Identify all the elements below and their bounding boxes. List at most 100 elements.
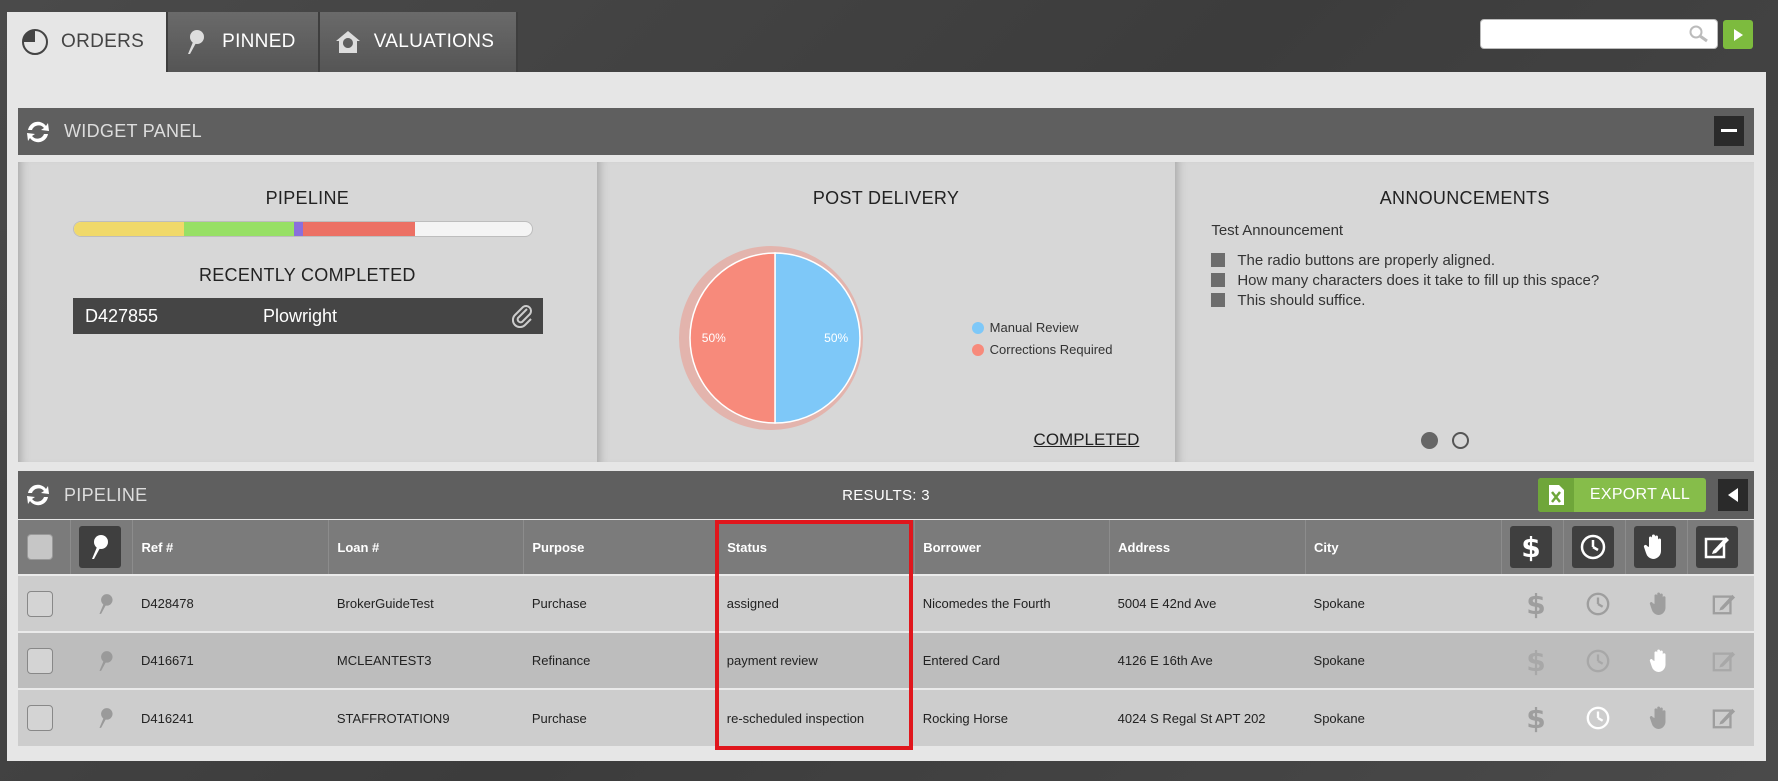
schedule-column-button[interactable] bbox=[1571, 526, 1614, 568]
tab-pinned[interactable]: PINNED bbox=[168, 12, 320, 72]
search-go-button[interactable] bbox=[1723, 20, 1753, 49]
carousel-dots bbox=[1421, 432, 1470, 449]
payment-column-button[interactable]: $ bbox=[1509, 526, 1552, 568]
hand-icon[interactable] bbox=[1633, 591, 1687, 617]
carousel-dot-2[interactable] bbox=[1452, 432, 1470, 449]
table-header-row: Ref # Loan # Purpose Status Borrower Add… bbox=[18, 520, 1755, 575]
cell-city: Spokane bbox=[1313, 710, 1365, 726]
col-ref[interactable]: Ref # bbox=[132, 520, 330, 575]
select-all-checkbox[interactable] bbox=[27, 534, 53, 560]
collapse-left-button[interactable] bbox=[1718, 479, 1748, 511]
tab-pinned-label: PINNED bbox=[222, 31, 296, 52]
pin-icon[interactable] bbox=[79, 707, 133, 729]
announcement-list: The radio buttons are properly aligned. … bbox=[1211, 250, 1599, 310]
tab-orders-label: ORDERS bbox=[61, 31, 145, 52]
pin-column-button[interactable] bbox=[79, 526, 122, 568]
col-borrower[interactable]: Borrower bbox=[914, 520, 1111, 575]
collapse-button[interactable] bbox=[1714, 116, 1744, 146]
announcement-subtitle: Test Announcement bbox=[1211, 222, 1344, 239]
attachment-icon[interactable] bbox=[503, 304, 543, 328]
cell-purpose: Purchase bbox=[531, 710, 587, 726]
pin-icon bbox=[182, 28, 210, 56]
col-city[interactable]: City bbox=[1305, 520, 1502, 575]
table-row[interactable]: D428478 BrokerGuideTest Purchase assigne… bbox=[18, 575, 1754, 632]
pie-data-label: 50% bbox=[701, 331, 725, 345]
table-row[interactable]: D416671 MCLEANTEST3 Refinance payment re… bbox=[18, 632, 1754, 689]
pipeline-segment[interactable] bbox=[302, 222, 416, 236]
cell-purpose: Refinance bbox=[531, 653, 591, 668]
col-status[interactable]: Status bbox=[718, 520, 916, 575]
legend-swatch bbox=[971, 321, 984, 334]
main-tabs: ORDERS PINNED VALUATIONS bbox=[7, 12, 519, 72]
dollar-icon[interactable]: $ bbox=[1509, 589, 1563, 619]
edit-icon[interactable] bbox=[1695, 706, 1753, 730]
row-checkbox[interactable] bbox=[27, 590, 53, 617]
table-row[interactable]: D416241 STAFFROTATION9 Purchase re-sched… bbox=[18, 689, 1754, 746]
pin-icon[interactable] bbox=[79, 593, 133, 615]
pin-icon bbox=[92, 535, 109, 559]
completed-link[interactable]: COMPLETED bbox=[1034, 430, 1140, 450]
bullet-square-icon bbox=[1211, 293, 1226, 307]
hand-icon[interactable] bbox=[1633, 648, 1687, 674]
edit-icon[interactable] bbox=[1695, 649, 1753, 673]
search-input[interactable] bbox=[1481, 20, 1717, 48]
dollar-icon[interactable]: $ bbox=[1509, 646, 1563, 676]
legend-item[interactable]: Corrections Required bbox=[971, 342, 1113, 357]
pie-data-label: 50% bbox=[824, 331, 848, 345]
recently-completed-item[interactable]: D427855 Plowright bbox=[73, 298, 543, 334]
play-icon bbox=[1734, 28, 1743, 41]
edit-icon bbox=[1704, 537, 1729, 559]
cell-ref[interactable]: D416671 bbox=[133, 632, 329, 689]
recently-completed-title: RECENTLY COMPLETED bbox=[198, 265, 416, 285]
cell-loan: STAFFROTATION9 bbox=[336, 710, 450, 726]
edit-column-button[interactable] bbox=[1695, 526, 1738, 568]
cell-ref[interactable]: D428478 bbox=[133, 575, 329, 632]
search-icon[interactable] bbox=[1689, 25, 1709, 48]
row-checkbox[interactable] bbox=[27, 705, 53, 731]
row-checkbox[interactable] bbox=[27, 647, 53, 674]
announcements-title: ANNOUNCEMENTS bbox=[1379, 188, 1550, 208]
clock-icon[interactable] bbox=[1571, 591, 1625, 617]
cell-borrower: Nicomedes the Fourth bbox=[922, 596, 1051, 611]
post-delivery-title: POST DELIVERY bbox=[812, 188, 960, 208]
hold-column-button[interactable] bbox=[1633, 526, 1676, 568]
hand-icon bbox=[1643, 534, 1661, 559]
edit-icon[interactable] bbox=[1695, 592, 1753, 616]
announcements-widget: ANNOUNCEMENTS Test Announcement The radi… bbox=[1175, 162, 1755, 462]
dollar-icon: $ bbox=[1521, 532, 1540, 562]
legend-item[interactable]: Manual Review bbox=[971, 320, 1113, 335]
carousel-dot-1[interactable] bbox=[1421, 432, 1439, 449]
pipeline-progress-bar[interactable] bbox=[73, 221, 533, 237]
widget-panel-title: WIDGET PANEL bbox=[64, 121, 202, 141]
pipeline-segment[interactable] bbox=[293, 222, 303, 236]
pipeline-header: PIPELINE RESULTS: 3 EXPORT ALL bbox=[18, 471, 1754, 519]
cell-ref[interactable]: D416241 bbox=[133, 689, 329, 746]
widgets-row: PIPELINE RECENTLY COMPLETED D427855 Plow… bbox=[18, 162, 1755, 462]
announcement-item: This should suffice. bbox=[1211, 290, 1599, 310]
cell-purpose: Purchase bbox=[531, 596, 587, 611]
export-all-label: EXPORT ALL bbox=[1589, 486, 1691, 503]
clock-icon[interactable] bbox=[1571, 648, 1625, 674]
dollar-icon[interactable]: $ bbox=[1509, 703, 1563, 733]
col-loan[interactable]: Loan # bbox=[328, 520, 525, 575]
col-address[interactable]: Address bbox=[1109, 520, 1307, 575]
post-delivery-pie-chart[interactable]: 50% 50% bbox=[665, 228, 885, 448]
clock-icon bbox=[1580, 534, 1606, 560]
tab-valuations[interactable]: VALUATIONS bbox=[319, 12, 519, 72]
announcement-text: How many characters does it take to fill… bbox=[1237, 271, 1600, 289]
pie-chart-icon bbox=[21, 28, 49, 56]
tab-orders[interactable]: ORDERS bbox=[7, 12, 169, 72]
announcement-item: The radio buttons are properly aligned. bbox=[1211, 250, 1599, 270]
cell-borrower: Entered Card bbox=[922, 653, 1001, 668]
col-purpose[interactable]: Purpose bbox=[523, 520, 720, 575]
export-all-button[interactable]: EXPORT ALL bbox=[1538, 478, 1706, 512]
legend-swatch bbox=[971, 343, 984, 356]
hand-icon[interactable] bbox=[1633, 705, 1687, 731]
pipeline-segment[interactable] bbox=[74, 222, 184, 236]
svg-text:$: $ bbox=[1527, 589, 1546, 619]
bullet-square-icon bbox=[1211, 273, 1226, 287]
refresh-icon[interactable] bbox=[24, 119, 64, 145]
pipeline-segment[interactable] bbox=[183, 222, 294, 236]
clock-icon[interactable] bbox=[1571, 705, 1625, 731]
pin-icon[interactable] bbox=[79, 650, 133, 672]
